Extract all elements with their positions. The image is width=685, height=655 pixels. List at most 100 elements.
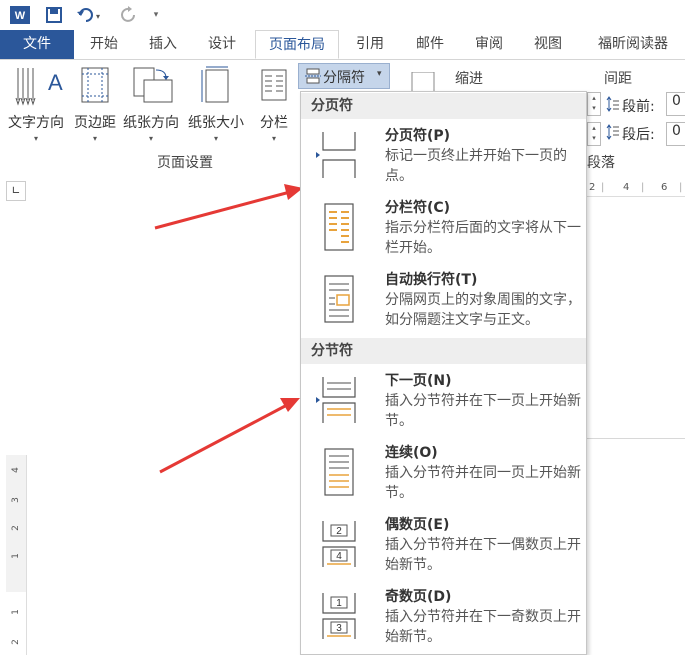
menu-item-description: 分隔网页上的对象周围的文字，如分隔题注文字与正文。 <box>385 292 581 328</box>
continuous-break-icon <box>324 448 354 496</box>
menu-item-description: 插入分节符并在下一页上开始新节。 <box>385 393 581 429</box>
svg-text:2: 2 <box>336 526 342 537</box>
ruler-tick: 2 <box>589 182 596 193</box>
tab-design[interactable]: 设计 <box>196 30 248 59</box>
tab-mailings[interactable]: 邮件 <box>404 30 456 59</box>
ribbon-tabs: 文件 开始 插入 设计 页面布局 引用 邮件 审阅 视图 福昕阅读器 <box>0 30 685 60</box>
svg-text:1: 1 <box>336 598 342 609</box>
menu-item-title: 分页符(P) <box>385 128 451 144</box>
redo-icon[interactable] <box>118 4 140 26</box>
svg-text:4: 4 <box>336 551 342 562</box>
spacing-label: 间距 <box>604 71 632 87</box>
margins-button[interactable]: 页边距 ▾ <box>70 64 120 149</box>
svg-text:A: A <box>48 70 63 95</box>
svg-text:W: W <box>15 10 26 22</box>
after-spinner[interactable]: ▴ ▾ <box>587 122 601 146</box>
text-wrapping-break-icon <box>324 275 354 323</box>
word-logo-icon: W <box>8 4 32 26</box>
menu-item-title: 偶数页(E) <box>385 517 450 533</box>
save-icon[interactable] <box>42 4 66 26</box>
menu-item-text-wrapping-break[interactable]: 自动换行符(T) 分隔网页上的对象周围的文字，如分隔题注文字与正文。 <box>301 266 586 338</box>
section-header-section-breaks: 分节符 <box>301 338 586 364</box>
menu-item-title: 自动换行符(T) <box>385 272 478 288</box>
tab-selector-icon[interactable]: ∟ <box>6 181 26 201</box>
before-label: 段前: <box>622 99 655 115</box>
tab-page-layout[interactable]: 页面布局 <box>255 30 339 59</box>
size-button[interactable]: 纸张大小 ▾ <box>184 64 248 149</box>
page-break-icon <box>316 132 356 178</box>
ruler-tick: 2 <box>11 525 21 531</box>
menu-item-title: 连续(O) <box>385 445 438 461</box>
columns-label: 分栏 <box>260 115 288 131</box>
breaks-button[interactable]: 分隔符 ▾ <box>298 63 390 89</box>
chevron-down-icon: ▾ <box>377 69 382 79</box>
paper-size-icon <box>201 66 229 103</box>
ruler-tick: 6 <box>661 182 668 193</box>
tab-home[interactable]: 开始 <box>78 30 130 59</box>
section-header-page-breaks: 分页符 <box>301 93 586 119</box>
undo-icon[interactable]: ▾ <box>74 4 102 26</box>
menu-item-odd-page[interactable]: 1 3 奇数页(D) 插入分节符并在下一奇数页上开始新节。 <box>301 583 586 655</box>
horizontal-ruler[interactable]: 2 | 4 | 6 | <box>585 182 685 197</box>
menu-item-description: 插入分节符并在同一页上开始新节。 <box>385 465 581 501</box>
after-label: 段后: <box>622 127 655 143</box>
ruler-tick: 1 <box>11 553 21 559</box>
tab-references[interactable]: 引用 <box>344 30 396 59</box>
text-direction-icon: A <box>15 68 63 106</box>
menu-item-description: 标记一页终止并开始下一页的点。 <box>385 148 567 184</box>
ruler-tick: 1 <box>11 609 21 615</box>
menu-item-description: 插入分节符并在下一奇数页上开始新节。 <box>385 609 581 645</box>
before-spinner[interactable]: ▴ ▾ <box>587 92 601 116</box>
columns-button[interactable]: 分栏 ▾ <box>252 64 296 149</box>
page-setup-group-label: 页面设置 <box>157 155 213 171</box>
indent-label: 缩进 <box>455 71 483 87</box>
breaks-label: 分隔符 <box>323 70 365 86</box>
chevron-down-icon: ▾ <box>33 134 38 143</box>
menu-item-title: 分栏符(C) <box>385 200 451 216</box>
svg-text:▾: ▾ <box>96 12 100 21</box>
chevron-down-icon: ▾ <box>213 134 218 143</box>
tab-foxit-reader[interactable]: 福昕阅读器 <box>584 30 682 59</box>
orientation-button[interactable]: 纸张方向 ▾ <box>120 64 182 149</box>
chevron-down-icon: ▾ <box>92 134 97 143</box>
next-page-break-icon <box>316 377 356 423</box>
orientation-icon <box>133 67 173 103</box>
menu-item-column-break[interactable]: 分栏符(C) 指示分栏符后面的文字将从下一栏开始。 <box>301 194 586 266</box>
ruler-tick: 4 <box>623 182 630 193</box>
quick-access-toolbar: W ▾ ▾ <box>0 0 685 30</box>
text-direction-button[interactable]: A 文字方向 ▾ <box>4 64 68 149</box>
tab-insert[interactable]: 插入 <box>137 30 189 59</box>
after-input[interactable]: 0 <box>666 122 685 146</box>
menu-item-even-page[interactable]: 2 4 偶数页(E) 插入分节符并在下一偶数页上开始新节。 <box>301 511 586 583</box>
space-after-icon <box>606 124 619 140</box>
tab-file[interactable]: 文件 <box>0 30 74 59</box>
space-before-icon <box>606 96 619 112</box>
ruler-tick: 3 <box>11 497 21 503</box>
menu-item-page-break[interactable]: 分页符(P) 标记一页终止并开始下一页的点。 <box>301 122 586 194</box>
customize-icon[interactable]: ▾ <box>148 4 164 26</box>
tab-view[interactable]: 视图 <box>522 30 574 59</box>
menu-item-title: 下一页(N) <box>385 373 452 389</box>
tab-review[interactable]: 审阅 <box>463 30 515 59</box>
chevron-down-icon: ▾ <box>271 134 276 143</box>
breaks-dropdown-menu: 分页符 分页符(P) 标记一页终止并开始下一页的点。 分栏符(C) 指示分栏符后… <box>300 91 587 655</box>
ruler-tick: 2 <box>11 639 21 645</box>
margins-icon <box>81 67 109 103</box>
vertical-ruler[interactable]: 4 3 2 1 1 2 <box>6 455 27 655</box>
orientation-label: 纸张方向 <box>123 115 179 131</box>
columns-icon <box>261 69 287 101</box>
menu-item-continuous[interactable]: 连续(O) 插入分节符并在同一页上开始新节。 <box>301 439 586 511</box>
chevron-down-icon: ▾ <box>148 134 153 143</box>
menu-item-title: 奇数页(D) <box>385 589 452 605</box>
ruler-tick: 4 <box>11 467 21 473</box>
size-label: 纸张大小 <box>188 115 244 131</box>
menu-item-next-page[interactable]: 下一页(N) 插入分节符并在下一页上开始新节。 <box>301 367 586 439</box>
even-page-break-icon: 2 4 <box>322 521 356 567</box>
odd-page-break-icon: 1 3 <box>322 593 356 639</box>
svg-text:3: 3 <box>336 623 342 634</box>
menu-item-description: 指示分栏符后面的文字将从下一栏开始。 <box>385 220 581 256</box>
menu-item-description: 插入分节符并在下一偶数页上开始新节。 <box>385 537 581 573</box>
before-input[interactable]: 0 <box>666 92 685 116</box>
text-direction-label: 文字方向 <box>8 115 64 131</box>
paragraph-group-label: 段落 <box>587 155 615 171</box>
